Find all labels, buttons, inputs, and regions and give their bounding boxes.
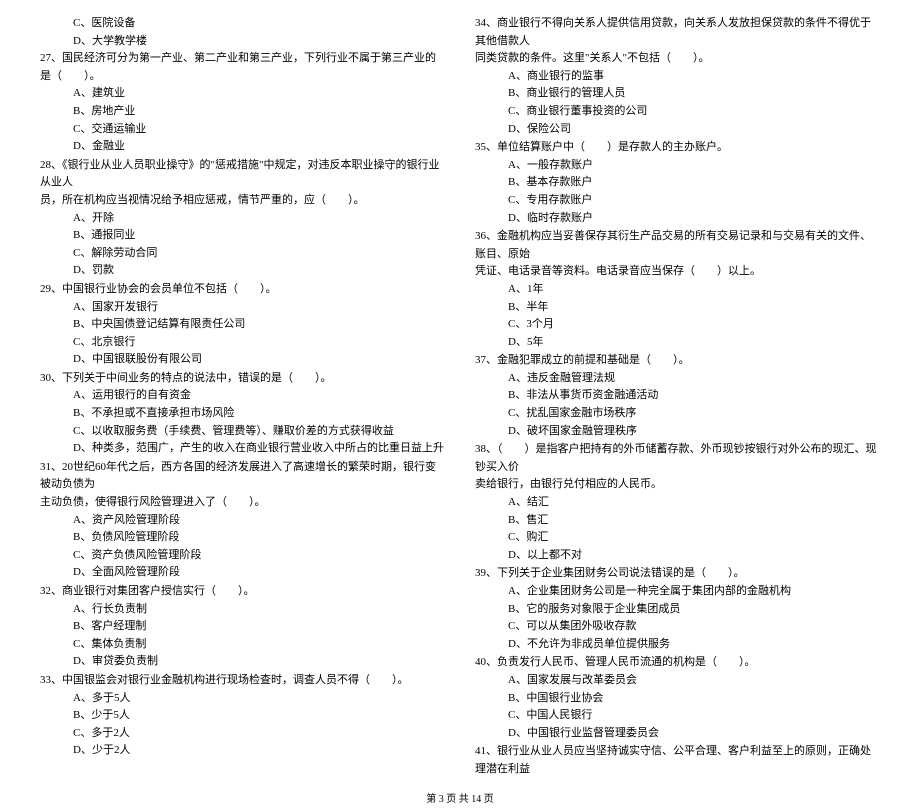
option: D、少于2人 <box>40 742 445 760</box>
option: B、售汇 <box>475 512 880 530</box>
question-29: 29、中国银行业协会的会员单位不包括（ ）。 A、国家开发银行 B、中央国债登记… <box>40 281 445 369</box>
question-stem: 31、20世纪60年代之后，西方各国的经济发展进入了高速增长的繁荣时期，银行变被… <box>40 459 445 494</box>
question-stem: 33、中国银监会对银行业金融机构进行现场检查时，调查人员不得（ ）。 <box>40 672 445 690</box>
option: D、中国银联股份有限公司 <box>40 351 445 369</box>
option: C、购汇 <box>475 529 880 547</box>
question-40: 40、负责发行人民币、管理人民币流通的机构是（ ）。 A、国家发展与改革委员会 … <box>475 654 880 742</box>
option: A、结汇 <box>475 494 880 512</box>
option: D、金融业 <box>40 138 445 156</box>
question-38: 38、（ ）是指客户把持有的外币储蓄存款、外币现钞按银行对外公布的现汇、现钞买入… <box>475 441 880 564</box>
question-stem: 38、（ ）是指客户把持有的外币储蓄存款、外币现钞按银行对外公布的现汇、现钞买入… <box>475 441 880 476</box>
option: C、交通运输业 <box>40 121 445 139</box>
question-33: 33、中国银监会对银行业金融机构进行现场检查时，调查人员不得（ ）。 A、多于5… <box>40 672 445 760</box>
right-column: 34、商业银行不得向关系人提供信用贷款，向关系人发放担保贷款的条件不得优于其他借… <box>475 15 880 780</box>
question-stem: 39、下列关于企业集团财务公司说法错误的是（ ）。 <box>475 565 880 583</box>
question-31: 31、20世纪60年代之后，西方各国的经济发展进入了高速增长的繁荣时期，银行变被… <box>40 459 445 582</box>
option: C、多于2人 <box>40 725 445 743</box>
question-stem: 27、国民经济可分为第一产业、第二产业和第三产业，下列行业不属于第三产业的是（ … <box>40 50 445 85</box>
question-stem: 32、商业银行对集团客户授信实行（ ）。 <box>40 583 445 601</box>
question-stem: 29、中国银行业协会的会员单位不包括（ ）。 <box>40 281 445 299</box>
option: C、以收取服务费（手续费、管理费等）、赚取价差的方式获得收益 <box>40 423 445 441</box>
option: A、1年 <box>475 281 880 299</box>
option: B、中央国债登记结算有限责任公司 <box>40 316 445 334</box>
question-stem: 30、下列关于中间业务的特点的说法中，错误的是（ ）。 <box>40 370 445 388</box>
option: C、解除劳动合同 <box>40 245 445 263</box>
option: A、行长负责制 <box>40 601 445 619</box>
question-27: 27、国民经济可分为第一产业、第二产业和第三产业，下列行业不属于第三产业的是（ … <box>40 50 445 156</box>
question-41: 41、银行业从业人员应当坚持诚实守信、公平合理、客户利益至上的原则，正确处理潜在… <box>475 743 880 778</box>
question-stem: 35、单位结算账户中（ ）是存款人的主办账户。 <box>475 139 880 157</box>
option: A、建筑业 <box>40 85 445 103</box>
option: A、国家发展与改革委员会 <box>475 672 880 690</box>
option: C、可以从集团外吸收存款 <box>475 618 880 636</box>
option: D、不允许为非成员单位提供服务 <box>475 636 880 654</box>
option: D、中国银行业监督管理委员会 <box>475 725 880 743</box>
option: A、企业集团财务公司是一种完全属于集团内部的金融机构 <box>475 583 880 601</box>
option: B、半年 <box>475 299 880 317</box>
question-37: 37、金融犯罪成立的前提和基础是（ ）。 A、违反金融管理法规 B、非法从事货币… <box>475 352 880 440</box>
option: B、房地产业 <box>40 103 445 121</box>
option: C、集体负责制 <box>40 636 445 654</box>
question-36: 36、金融机构应当妥善保存其衍生产品交易的所有交易记录和与交易有关的文件、账目、… <box>475 228 880 351</box>
question-stem: 41、银行业从业人员应当坚持诚实守信、公平合理、客户利益至上的原则，正确处理潜在… <box>475 743 880 778</box>
option: D、临时存款账户 <box>475 210 880 228</box>
option: D、保险公司 <box>475 121 880 139</box>
option: B、商业银行的管理人员 <box>475 85 880 103</box>
option: D、全面风险管理阶段 <box>40 564 445 582</box>
option: A、多于5人 <box>40 690 445 708</box>
option: B、通报同业 <box>40 227 445 245</box>
option: C、中国人民银行 <box>475 707 880 725</box>
option: A、一般存款账户 <box>475 157 880 175</box>
option: A、资产风险管理阶段 <box>40 512 445 530</box>
question-cont: 凭证、电话录音等资料。电话录音应当保存（ ）以上。 <box>475 263 880 281</box>
option: D、种类多，范围广，产生的收入在商业银行营业收入中所占的比重日益上升 <box>40 440 445 458</box>
option: D、以上都不对 <box>475 547 880 565</box>
option: C、资产负债风险管理阶段 <box>40 547 445 565</box>
option: B、不承担或不直接承担市场风险 <box>40 405 445 423</box>
question-cont: 同类贷款的条件。这里"关系人"不包括（ ）。 <box>475 50 880 68</box>
option: A、商业银行的监事 <box>475 68 880 86</box>
question-34: 34、商业银行不得向关系人提供信用贷款，向关系人发放担保贷款的条件不得优于其他借… <box>475 15 880 138</box>
question-35: 35、单位结算账户中（ ）是存款人的主办账户。 A、一般存款账户 B、基本存款账… <box>475 139 880 227</box>
option: B、它的服务对象限于企业集团成员 <box>475 601 880 619</box>
option: D、审贷委负责制 <box>40 653 445 671</box>
question-cont: 员，所在机构应当视情况给予相应惩戒，情节严重的，应（ ）。 <box>40 192 445 210</box>
question-28: 28、《银行业从业人员职业操守》的"惩戒措施"中规定，对违反本职业操守的银行业从… <box>40 157 445 280</box>
question-cont: 卖给银行，由银行兑付相应的人民币。 <box>475 476 880 494</box>
question-30: 30、下列关于中间业务的特点的说法中，错误的是（ ）。 A、运用银行的自有资金 … <box>40 370 445 458</box>
option: A、运用银行的自有资金 <box>40 387 445 405</box>
option: C、北京银行 <box>40 334 445 352</box>
option: B、负债风险管理阶段 <box>40 529 445 547</box>
option: C、扰乱国家金融市场秩序 <box>475 405 880 423</box>
question-stem: 36、金融机构应当妥善保存其衍生产品交易的所有交易记录和与交易有关的文件、账目、… <box>475 228 880 263</box>
option: D、大学教学楼 <box>40 33 445 51</box>
left-column: C、医院设备 D、大学教学楼 27、国民经济可分为第一产业、第二产业和第三产业，… <box>40 15 445 780</box>
question-stem: 34、商业银行不得向关系人提供信用贷款，向关系人发放担保贷款的条件不得优于其他借… <box>475 15 880 50</box>
option: C、商业银行董事投资的公司 <box>475 103 880 121</box>
page-footer: 第 3 页 共 14 页 <box>40 792 880 808</box>
option: D、5年 <box>475 334 880 352</box>
option: A、国家开发银行 <box>40 299 445 317</box>
question-cont: 主动负债，使得银行风险管理进入了（ ）。 <box>40 494 445 512</box>
option: D、破坏国家金融管理秩序 <box>475 423 880 441</box>
option: C、3个月 <box>475 316 880 334</box>
option: C、专用存款账户 <box>475 192 880 210</box>
question-39: 39、下列关于企业集团财务公司说法错误的是（ ）。 A、企业集团财务公司是一种完… <box>475 565 880 653</box>
option: B、非法从事货币资金融通活动 <box>475 387 880 405</box>
question-stem: 37、金融犯罪成立的前提和基础是（ ）。 <box>475 352 880 370</box>
option: B、少于5人 <box>40 707 445 725</box>
option: A、开除 <box>40 210 445 228</box>
option: B、客户经理制 <box>40 618 445 636</box>
option: B、中国银行业协会 <box>475 690 880 708</box>
question-stem: 40、负责发行人民币、管理人民币流通的机构是（ ）。 <box>475 654 880 672</box>
option: B、基本存款账户 <box>475 174 880 192</box>
option: D、罚款 <box>40 262 445 280</box>
option: C、医院设备 <box>40 15 445 33</box>
question-stem: 28、《银行业从业人员职业操守》的"惩戒措施"中规定，对违反本职业操守的银行业从… <box>40 157 445 192</box>
option: A、违反金融管理法规 <box>475 370 880 388</box>
question-32: 32、商业银行对集团客户授信实行（ ）。 A、行长负责制 B、客户经理制 C、集… <box>40 583 445 671</box>
